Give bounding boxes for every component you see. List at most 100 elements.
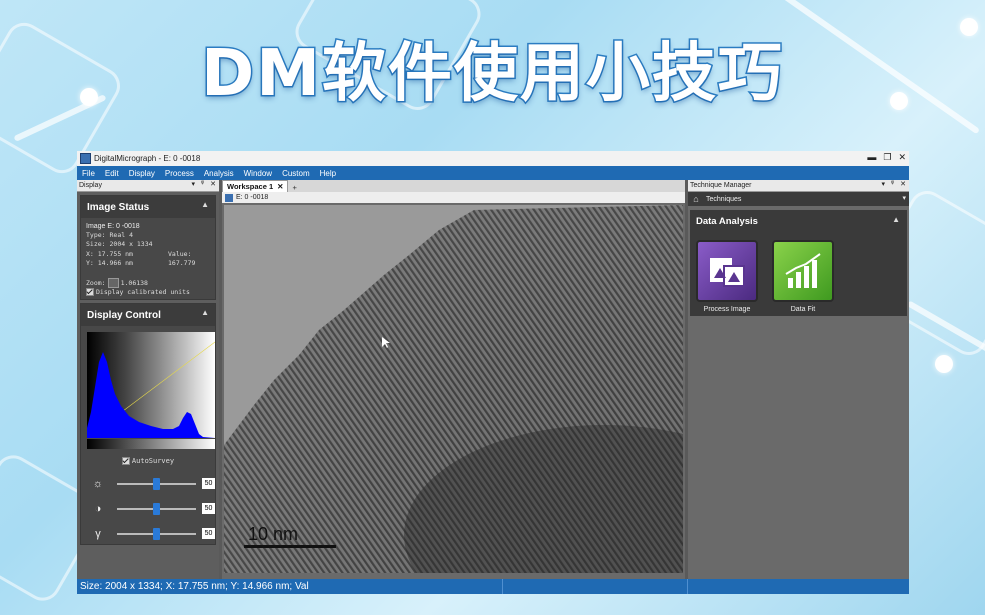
y-label: Y: bbox=[86, 258, 94, 267]
x-label: X: bbox=[86, 249, 94, 258]
home-icon[interactable]: ⌂ bbox=[690, 193, 702, 205]
chevron-down-icon[interactable]: ▾ bbox=[902, 194, 906, 202]
display-panel-header: Display ▾ ᵠ ✕ bbox=[77, 180, 219, 192]
display-panel: Display ▾ ᵠ ✕ Image Status ▲ Image E: 0 … bbox=[77, 180, 219, 580]
image-status-body: Image E: 0 -0018 Type: Real 4 Size: 2004… bbox=[81, 218, 215, 299]
title-bar: DigitalMicrograph - E: 0 -0018 ▬ ❐ ✕ bbox=[77, 151, 909, 166]
histogram[interactable] bbox=[86, 332, 216, 439]
brightness-slider[interactable] bbox=[116, 477, 197, 490]
workspace-area: Workspace 1 ✕ + E: 0 -0018 10 nm bbox=[222, 180, 685, 580]
x-value: 17.755 nm bbox=[97, 249, 133, 258]
minimize-icon[interactable]: ▬ bbox=[867, 152, 876, 163]
zoom-value: 1.06138 bbox=[120, 279, 148, 288]
data-fit-label: Data Fit bbox=[790, 306, 816, 313]
pin-icon[interactable]: ᵠ bbox=[201, 180, 204, 188]
contrast-slider-row: ◑ 50 bbox=[81, 496, 215, 521]
slider-knob[interactable] bbox=[152, 477, 160, 490]
menu-custom[interactable]: Custom bbox=[277, 169, 315, 178]
data-fit-icon bbox=[772, 240, 834, 302]
molecule-node bbox=[935, 355, 953, 373]
brightness-value[interactable]: 50 bbox=[202, 478, 215, 490]
panel-menu-icon[interactable]: ▾ bbox=[882, 180, 886, 188]
image-status-title: Image Status bbox=[87, 201, 150, 213]
technique-manager-title: Technique Manager bbox=[690, 182, 752, 189]
menu-bar: File Edit Display Process Analysis Windo… bbox=[77, 166, 909, 180]
histogram-plot bbox=[86, 342, 216, 439]
menu-file[interactable]: File bbox=[77, 169, 100, 178]
data-analysis-header[interactable]: Data Analysis ▲ bbox=[690, 210, 907, 232]
workspace-tabs: Workspace 1 ✕ + bbox=[222, 180, 685, 192]
lattice-fringes bbox=[224, 205, 683, 573]
image-status-header[interactable]: Image Status ▲ bbox=[81, 196, 215, 218]
zoom-stepper[interactable] bbox=[107, 278, 119, 289]
menu-display[interactable]: Display bbox=[124, 169, 160, 178]
scale-bar bbox=[244, 545, 336, 548]
collapse-icon[interactable]: ▲ bbox=[892, 215, 900, 224]
display-control-card: Display Control ▲ AutoSurvey ☼ 50 ◑ 50 γ… bbox=[80, 303, 216, 546]
contrast-value[interactable]: 50 bbox=[202, 503, 215, 515]
contrast-slider[interactable] bbox=[116, 502, 197, 515]
app-window: DigitalMicrograph - E: 0 -0018 ▬ ❐ ✕ Fil… bbox=[77, 151, 909, 594]
autosurvey-checkbox[interactable] bbox=[121, 457, 130, 466]
autosurvey-option[interactable]: AutoSurvey bbox=[81, 457, 215, 466]
status-bar: Size: 2004 x 1334; X: 17.755 nm; Y: 14.9… bbox=[77, 579, 909, 594]
gradient-bar bbox=[87, 439, 215, 450]
tab-label: Workspace 1 bbox=[227, 182, 274, 191]
brightness-icon: ☼ bbox=[92, 477, 103, 490]
image-name: Image E: 0 -0018 bbox=[86, 223, 140, 230]
display-control-header[interactable]: Display Control ▲ bbox=[81, 304, 215, 327]
type-value: Real 4 bbox=[109, 231, 133, 240]
menu-analysis[interactable]: Analysis bbox=[199, 169, 239, 178]
tab-workspace-1[interactable]: Workspace 1 ✕ bbox=[222, 180, 289, 192]
slider-knob[interactable] bbox=[152, 527, 160, 540]
scale-bar-label: 10 nm bbox=[248, 524, 299, 544]
data-analysis-card: Data Analysis ▲ Process Image Data Fit bbox=[690, 210, 907, 316]
menu-edit[interactable]: Edit bbox=[100, 169, 124, 178]
histogram-area bbox=[87, 352, 215, 439]
image-icon bbox=[225, 193, 233, 202]
process-image-button[interactable]: Process Image bbox=[696, 240, 758, 313]
gamma-slider[interactable] bbox=[116, 527, 197, 540]
close-icon[interactable]: ✕ bbox=[898, 152, 906, 163]
panel-close-icon[interactable]: ✕ bbox=[210, 180, 216, 188]
restore-icon[interactable]: ❐ bbox=[883, 152, 891, 163]
calibrated-units-label: Display calibrated units bbox=[96, 288, 190, 297]
process-image-label: Process Image bbox=[703, 306, 751, 313]
tab-close-icon[interactable]: ✕ bbox=[277, 182, 283, 191]
tem-image[interactable]: 10 nm bbox=[224, 205, 683, 573]
menu-process[interactable]: Process bbox=[160, 169, 199, 178]
techniques-selector[interactable]: ⌂ Techniques ▾ bbox=[688, 192, 909, 206]
status-separator bbox=[687, 579, 688, 594]
collapse-icon[interactable]: ▲ bbox=[201, 308, 209, 317]
value-value: 167.779 bbox=[168, 258, 196, 267]
calibrated-units-checkbox[interactable] bbox=[86, 288, 94, 297]
type-label: Type: bbox=[86, 231, 106, 240]
data-fit-button[interactable]: Data Fit bbox=[772, 240, 834, 313]
autosurvey-label: AutoSurvey bbox=[131, 457, 175, 466]
menu-help[interactable]: Help bbox=[315, 169, 341, 178]
add-tab-icon[interactable]: + bbox=[288, 183, 300, 192]
value-label: Value: bbox=[168, 249, 192, 258]
gamma-value[interactable]: 50 bbox=[202, 528, 215, 540]
panel-close-icon[interactable]: ✕ bbox=[900, 180, 906, 188]
contrast-icon: ◑ bbox=[94, 502, 102, 515]
status-separator bbox=[502, 579, 503, 594]
size-value: 2004 x 1334 bbox=[109, 240, 153, 249]
gamma-slider-row: γ 50 bbox=[81, 521, 215, 546]
zoom-label: Zoom: bbox=[86, 279, 106, 288]
brightness-slider-row: ☼ 50 bbox=[81, 471, 215, 496]
status-text: Size: 2004 x 1334; X: 17.755 nm; Y: 14.9… bbox=[80, 581, 309, 592]
window-title: DigitalMicrograph - E: 0 -0018 bbox=[94, 154, 201, 163]
window-controls: ▬ ❐ ✕ bbox=[867, 152, 906, 163]
techniques-label: Techniques bbox=[706, 195, 742, 203]
menu-window[interactable]: Window bbox=[239, 169, 277, 178]
technique-manager-header: Technique Manager ▾ ᵠ ✕ bbox=[688, 180, 909, 192]
panel-menu-icon[interactable]: ▾ bbox=[192, 180, 196, 188]
collapse-icon[interactable]: ▲ bbox=[201, 200, 209, 209]
y-value: 14.966 nm bbox=[97, 258, 133, 267]
image-window-title: E: 0 -0018 bbox=[222, 192, 685, 203]
technique-manager-panel: Technique Manager ▾ ᵠ ✕ ⌂ Techniques ▾ D… bbox=[688, 180, 909, 580]
slider-knob[interactable] bbox=[152, 502, 160, 515]
image-status-card: Image Status ▲ Image E: 0 -0018 Type: Re… bbox=[80, 195, 216, 301]
pin-icon[interactable]: ᵠ bbox=[891, 180, 894, 188]
